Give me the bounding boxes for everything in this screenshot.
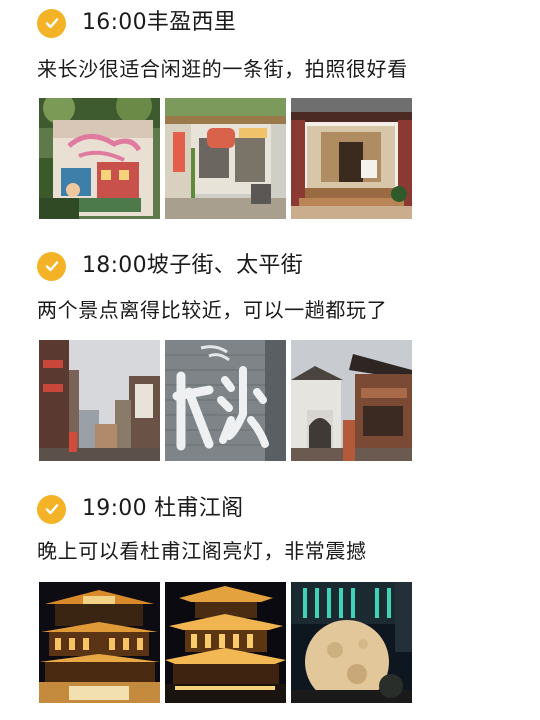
photo-grid bbox=[39, 582, 412, 703]
itinerary-time: 16:00 bbox=[82, 8, 147, 38]
itinerary-place: 坡子街、太平街 bbox=[146, 253, 304, 278]
itinerary-description: 两个景点离得比较近，可以一趟都玩了 bbox=[37, 298, 388, 322]
itinerary-place: 杜甫江阁 bbox=[154, 496, 244, 521]
check-icon bbox=[37, 251, 66, 281]
itinerary-header: 18:00坡子街、太平街 bbox=[37, 249, 303, 283]
itinerary-description: 来长沙很适合闲逛的一条街，拍照很好看 bbox=[37, 57, 408, 81]
itinerary-time: 18:00 bbox=[82, 251, 147, 281]
itinerary-title: 16:00丰盈西里 bbox=[82, 8, 236, 38]
pavilion-lit-close-photo[interactable] bbox=[165, 582, 286, 703]
itinerary-time: 19:00 bbox=[82, 494, 147, 524]
moon-lamp-night-photo[interactable] bbox=[291, 582, 412, 703]
changsha-wall-photo[interactable] bbox=[165, 340, 286, 461]
pozi-street-photo[interactable] bbox=[39, 340, 160, 461]
taiping-street-gate-photo[interactable] bbox=[291, 340, 412, 461]
dufu-pavilion-night-photo[interactable] bbox=[39, 582, 160, 703]
itinerary-header: 16:00丰盈西里 bbox=[37, 6, 236, 40]
itinerary-title: 18:00坡子街、太平街 bbox=[82, 251, 303, 281]
check-icon bbox=[37, 494, 66, 524]
photo-grid bbox=[39, 340, 412, 461]
mural-changsha-photo[interactable] bbox=[39, 98, 160, 219]
shop-storefront-photo[interactable] bbox=[165, 98, 286, 219]
itinerary-description: 晚上可以看杜甫江阁亮灯，非常震撼 bbox=[37, 539, 367, 563]
photo-grid bbox=[39, 98, 412, 219]
itinerary-title: 19:00 杜甫江阁 bbox=[82, 494, 243, 524]
old-gate-entrance-photo[interactable] bbox=[291, 98, 412, 219]
itinerary-header: 19:00 杜甫江阁 bbox=[37, 492, 243, 526]
itinerary-place: 丰盈西里 bbox=[146, 10, 237, 35]
check-icon bbox=[37, 8, 66, 38]
